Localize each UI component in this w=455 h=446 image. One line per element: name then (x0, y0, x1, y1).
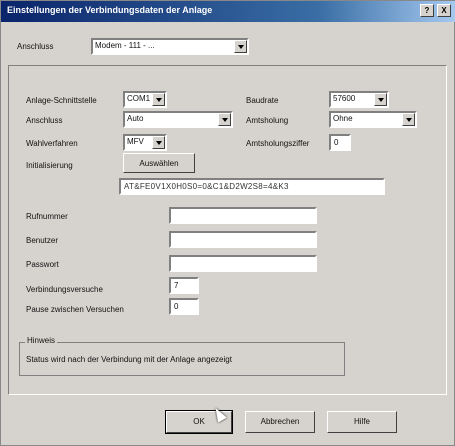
port-type-label: Anschluss (26, 116, 63, 125)
help-dialog-button[interactable]: Hilfe (327, 411, 397, 433)
user-label: Benutzer (26, 236, 59, 245)
pause-label: Pause zwischen Versuchen (26, 305, 124, 314)
chevron-down-icon[interactable] (218, 113, 231, 126)
interface-label: Anlage-Schnittstelle (26, 96, 97, 105)
title-bar[interactable]: Einstellungen der Verbindungsdaten der A… (1, 1, 455, 22)
connection-select[interactable]: Modem - 111 - ... (91, 38, 249, 55)
retries-label: Verbindungsversuche (26, 285, 103, 294)
outside-digit-label: Amtsholungsziffer (246, 139, 310, 148)
port-type-value: Auto (127, 114, 144, 123)
dial-method-select[interactable]: MFV (123, 134, 167, 151)
dial-method-label: Wahlverfahren (26, 139, 78, 148)
port-type-select[interactable]: Auto (123, 111, 233, 128)
interface-value: COM1 (127, 94, 151, 103)
outside-digit-field[interactable]: 0 (329, 134, 351, 151)
cancel-button[interactable]: Abbrechen (245, 411, 315, 433)
interface-select[interactable]: COM1 (123, 91, 167, 108)
connection-value: Modem - 111 - ... (95, 41, 155, 50)
dialog-window: Einstellungen der Verbindungsdaten der A… (0, 0, 455, 446)
status-text: Status wird nach der Verbindung mit der … (26, 355, 232, 364)
pause-field[interactable]: 0 (169, 298, 199, 315)
init-string-field[interactable]: AT&FE0V1X0H0S0=0&C1&D2W2S8=4&K3 (119, 178, 385, 195)
baud-label: Baudrate (246, 96, 279, 105)
chevron-down-icon[interactable] (234, 40, 247, 53)
help-button[interactable]: ? (420, 4, 434, 17)
password-label: Passwort (26, 260, 59, 269)
baud-value: 57600 (333, 94, 356, 103)
chevron-down-icon[interactable] (402, 113, 415, 126)
outside-line-value: Ohne (333, 114, 353, 123)
select-init-button[interactable]: Auswählen (123, 153, 195, 173)
outside-line-select[interactable]: Ohne (329, 111, 417, 128)
outside-line-label: Amtsholung (246, 116, 289, 125)
baud-select[interactable]: 57600 (329, 91, 389, 108)
password-field[interactable] (169, 255, 317, 272)
close-button[interactable]: X (437, 4, 451, 17)
chevron-down-icon[interactable] (152, 136, 165, 149)
user-field[interactable] (169, 231, 317, 248)
window-title: Einstellungen der Verbindungsdaten der A… (7, 5, 213, 15)
status-group-title: Hinweis (25, 336, 58, 345)
retries-field[interactable]: 7 (169, 277, 199, 294)
chevron-down-icon[interactable] (374, 93, 387, 106)
chevron-down-icon[interactable] (152, 93, 165, 106)
phone-label: Rufnummer (26, 212, 68, 221)
phone-field[interactable] (169, 207, 317, 224)
connection-label: Anschluss (17, 42, 54, 51)
init-label: Initialisierung (26, 161, 73, 170)
dial-method-value: MFV (127, 137, 144, 146)
